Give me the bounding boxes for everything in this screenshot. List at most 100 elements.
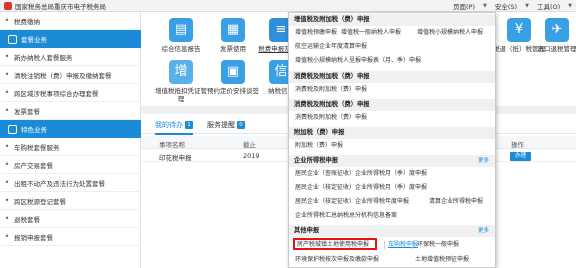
menu-item-cit-filing[interactable]: 企业所得税汇总纳税总分机构信息备案 [295, 211, 397, 221]
package-icon [8, 34, 17, 44]
security-menu[interactable]: 安全(S) [495, 1, 517, 11]
menu-item-consumption[interactable]: 消费税及附加税（费）申报 [295, 85, 367, 95]
other-more-link[interactable]: 更多 [478, 225, 489, 237]
bullet-icon: • [4, 142, 10, 151]
page-menu[interactable]: 页面(P) [453, 1, 475, 11]
menu-item-land-vat-prepay[interactable]: 土地增值税预征申报 [415, 255, 469, 265]
bullet-icon: • [4, 160, 10, 169]
sidebar-item-property-trade[interactable]: • 房产交易套餐 [0, 156, 141, 174]
col-header-deadline: 截止 [243, 141, 256, 149]
sidebar-item-rental-violation[interactable]: • 出租不动产及违法行为处置套餐 [0, 174, 141, 192]
menu-item-cit-assessed-quarter[interactable]: 居民企业（核定征收）企业所得税月（季）度申报 [295, 183, 427, 193]
tools-menu-chevron-down-icon: ▼ [568, 3, 572, 9]
sidebar-item-label: 出租不动产及违法行为处置套餐 [14, 179, 105, 188]
sidebar: • 税费缴纳 套餐业务 • 新办纳税人套餐服务 • 清税注销税（费）申报及缴纳套餐 •… [0, 12, 141, 268]
menu-item-cit-liquidation[interactable]: 清算企业所得税申报 [429, 197, 483, 207]
reminder-count-badge: 0 [237, 121, 245, 129]
row-deadline: 2019 [243, 152, 260, 160]
tile-appointment[interactable]: ▣ 预约定价安排谈签 [207, 60, 259, 95]
sidebar-item-label: 跨区域涉税事项综合办理套餐 [14, 89, 99, 98]
featured-icon [8, 124, 17, 134]
handle-button[interactable]: 办理 [510, 152, 531, 161]
sidebar-item-label: 新办纳税人套餐服务 [14, 53, 73, 62]
menu-item-vat-small[interactable]: 增值税小规模纳税人申报 [417, 28, 483, 38]
sidebar-item-refund[interactable]: • 退税套餐 [0, 210, 141, 228]
sidebar-category-featured[interactable]: 特色业务 [0, 120, 141, 138]
item-divider [384, 241, 385, 249]
section-surcharge: 附加税（费）申报 [289, 127, 495, 139]
section-consumption-2: 消费税及附加税（费）申报 [289, 99, 495, 111]
sidebar-category-package[interactable]: 套餐业务 [0, 30, 141, 48]
col-header-action: 操作 [511, 141, 524, 149]
sidebar-item-new-taxpayer[interactable]: • 新办纳税人套餐服务 [0, 48, 141, 66]
tile-export-refund[interactable]: ✈ 出口退税管理 [531, 18, 576, 53]
appointment-icon: ▣ [221, 60, 245, 84]
sidebar-item-label: 跨区税源登记套餐 [14, 197, 66, 206]
section-other: 其他申报 更多 [289, 225, 495, 237]
menu-item-vat-small-report[interactable]: 增值税小规模纳税人呈报申报表（月、季）申报 [295, 56, 421, 66]
sidebar-item-label: 发票套餐 [14, 107, 40, 116]
sidebar-category-label: 特色业务 [21, 126, 47, 134]
window-title: 国家税务总局重庆市电子税务局 [15, 2, 106, 11]
sidebar-item-tax-payment[interactable]: • 税费缴纳 [0, 12, 141, 30]
invoice-icon: ▦ [221, 18, 245, 42]
sidebar-item-label: 退税套餐 [14, 215, 40, 224]
section-vat: 增值税及附加税（费）申报 [289, 14, 495, 26]
sidebar-item-invoice-package[interactable]: • 发票套餐 [0, 102, 141, 120]
sidebar-item-vehicle-tax[interactable]: • 车购税套餐服务 [0, 138, 141, 156]
tile-info-report[interactable]: ▤ 综合信息报告 [155, 18, 207, 53]
col-header-name: 事项名称 [159, 141, 185, 149]
item-divider [412, 241, 413, 249]
export-icon: ✈ [545, 18, 569, 42]
menu-item-consumption-2[interactable]: 消费税及附加税（费）申报 [295, 113, 367, 123]
menu-item-property-land-tax[interactable]: 房产税城镇土地使用税申报 [297, 240, 369, 250]
bullet-icon: • [4, 214, 10, 223]
bullet-icon: • [4, 232, 10, 241]
sidebar-item-label: 报销申报套餐 [14, 233, 53, 242]
menu-item-vat-prepay[interactable]: 增值税预缴申报 [295, 28, 337, 38]
sidebar-category-label: 套餐业务 [21, 36, 47, 44]
bullet-icon: • [4, 178, 10, 187]
tools-menu[interactable]: 工具(O) [537, 1, 560, 11]
page-menu-chevron-down-icon: ▼ [483, 3, 487, 9]
menu-item-vehicle-purchase-tax[interactable]: 车购税申报 [388, 240, 418, 250]
menu-item-surcharge[interactable]: 附加税（费）申报 [295, 141, 343, 151]
tax-bureau-logo-icon [4, 1, 12, 10]
sidebar-item-tax-source[interactable]: • 跨区税源登记套餐 [0, 192, 141, 210]
menu-item-env-tax-general[interactable]: 环保税一般申报 [417, 240, 459, 250]
sidebar-item-reimbursement[interactable]: • 报销申报套餐 [0, 228, 141, 246]
tab-my-todo[interactable]: 我的待办 1 [155, 120, 193, 135]
window-titlebar: 国家税务总局重庆市电子税务局 页面(P) ▼ 安全(S) ▼ 工具(O) ▼ [0, 0, 576, 12]
row-name: 印花税申报 [159, 154, 192, 162]
sidebar-item-label: 房产交易套餐 [14, 161, 53, 170]
tile-invoice[interactable]: ▦ 发票使用 [207, 18, 259, 53]
tax-declare-dropdown: 增值税及附加税（费）申报 增值税预缴申报 增值税一般纳税人申报 增值税小规模纳税… [288, 12, 496, 268]
menu-item-vat-general[interactable]: 增值税一般纳税人申报 [341, 28, 401, 38]
todo-count-badge: 1 [185, 121, 193, 129]
menu-item-aviation[interactable]: 航空运输企业年度清算申报 [295, 42, 367, 52]
tab-service-reminder[interactable]: 服务提醒 0 [207, 120, 245, 130]
bullet-icon: • [4, 88, 10, 97]
browser-toolbar: 页面(P) ▼ 安全(S) ▼ 工具(O) ▼ [453, 1, 572, 11]
menu-item-cit-audit-quarter[interactable]: 居民企业（查账征收）企业所得税月（季）度申报 [295, 169, 427, 179]
cit-more-link[interactable]: 更多 [478, 155, 489, 167]
security-menu-chevron-down-icon: ▼ [525, 3, 529, 9]
menu-item-cit-assessed-year[interactable]: 居民企业（核定征收）企业所得税年度申报 [295, 197, 409, 207]
sidebar-item-deregistration[interactable]: • 清税注销税（费）申报及缴纳套餐 [0, 66, 141, 84]
voucher-icon: 增 [169, 60, 193, 84]
sidebar-item-cross-region[interactable]: • 跨区域涉税事项综合办理套餐 [0, 84, 141, 102]
bullet-icon: • [4, 70, 10, 79]
report-icon: ▤ [169, 18, 193, 42]
section-cit: 企业所得税申报 更多 [289, 155, 495, 167]
sidebar-item-label: 清税注销税（费）申报及缴纳套餐 [14, 71, 112, 80]
menu-item-env-tax-per-time[interactable]: 环境保护税按次申报及缴款申报 [295, 255, 379, 265]
refund-icon: ¥ [507, 18, 531, 42]
tile-vat-voucher[interactable]: 增 增值税抵扣凭证管理 [155, 60, 207, 103]
bullet-icon: • [4, 52, 10, 61]
sidebar-item-label: 税费缴纳 [14, 17, 40, 26]
bullet-icon: • [4, 106, 10, 115]
bullet-icon: • [4, 196, 10, 205]
section-consumption: 消费税及附加税（费）申报 [289, 71, 495, 83]
bullet-icon: • [4, 16, 10, 25]
sidebar-item-label: 车购税套餐服务 [14, 143, 60, 152]
